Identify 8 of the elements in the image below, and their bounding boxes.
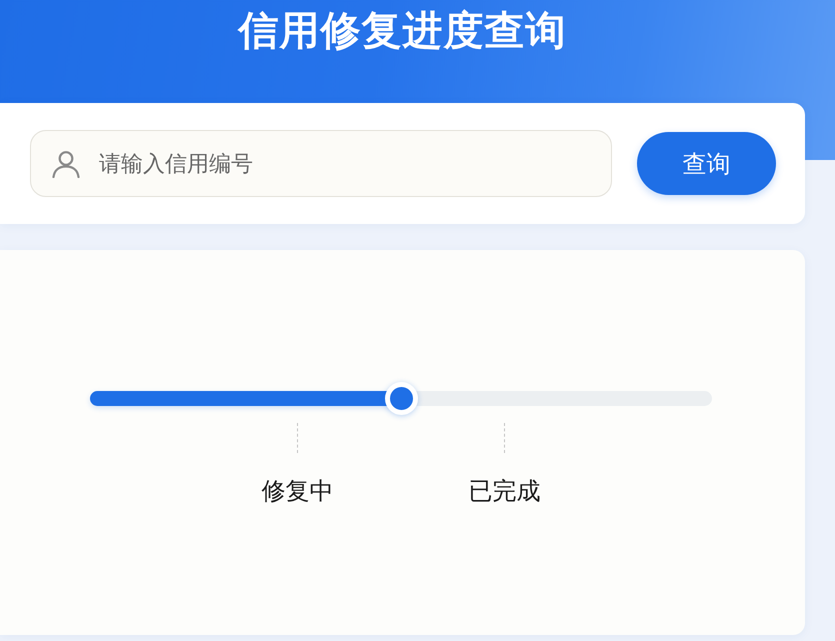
tick-line	[296, 423, 298, 453]
user-icon	[52, 150, 80, 178]
page-title: 信用修复进度查询	[238, 8, 566, 55]
stage-label: 已完成	[468, 477, 541, 507]
query-button[interactable]: 查询	[637, 132, 776, 195]
stage-label: 修复中	[261, 477, 334, 507]
tick-line	[504, 423, 506, 453]
search-field[interactable]: 请输入信用编号	[30, 130, 612, 197]
